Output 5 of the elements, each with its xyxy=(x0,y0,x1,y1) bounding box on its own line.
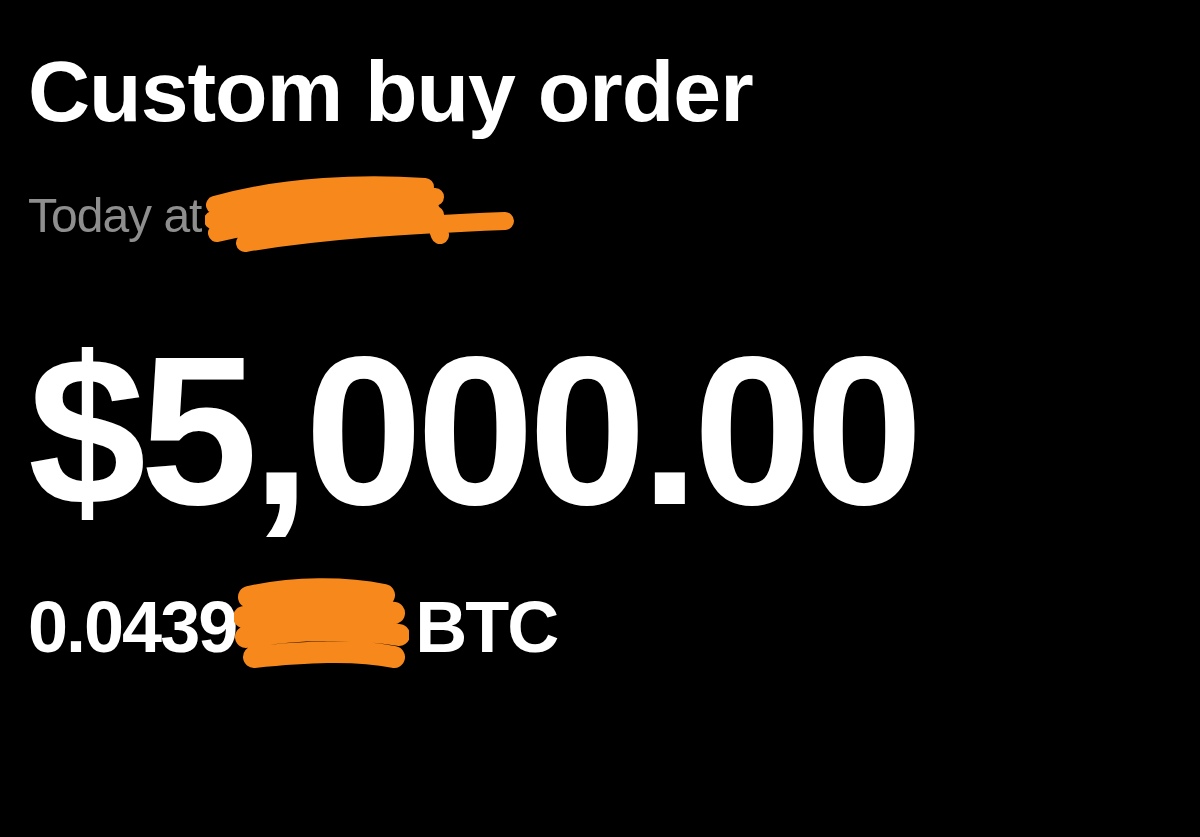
crypto-amount: 0.0439 xyxy=(28,586,237,669)
order-amount: $5,000.00 xyxy=(28,325,919,538)
crypto-unit: BTC xyxy=(415,586,558,669)
order-time: Today at xyxy=(28,187,202,243)
order-title: Custom buy order xyxy=(28,42,754,141)
